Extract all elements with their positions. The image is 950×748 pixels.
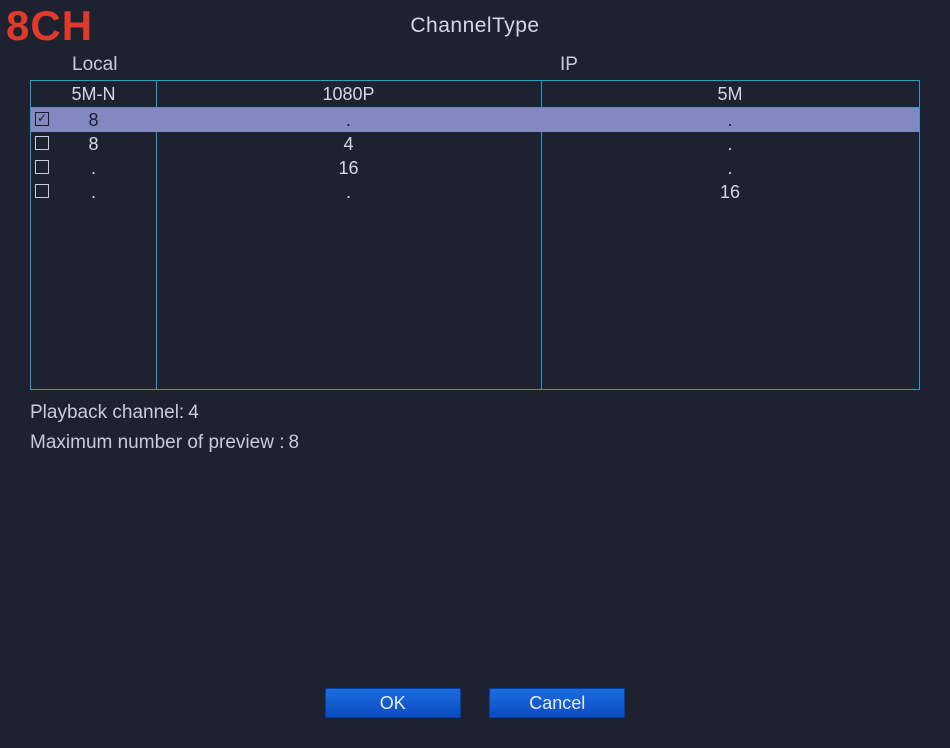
- cell-c1: 8: [31, 108, 156, 132]
- cell-c2: .: [156, 180, 541, 204]
- max-preview-info: Maximum number of preview :8: [30, 432, 299, 454]
- cell-c3: 16: [541, 180, 919, 204]
- group-ip-label: IP: [560, 54, 578, 76]
- column-header-5m: 5M: [541, 81, 919, 107]
- preview-label: Maximum number of preview :: [30, 432, 284, 453]
- column-header-row: 5M-N 1080P 5M: [31, 81, 919, 108]
- cancel-button[interactable]: Cancel: [489, 688, 625, 718]
- cell-c3: .: [541, 108, 919, 132]
- column-header-5mn: 5M-N: [31, 81, 156, 107]
- cell-c1: .: [31, 156, 156, 180]
- cell-c3: .: [541, 156, 919, 180]
- cell-c1: .: [31, 180, 156, 204]
- playback-channel-info: Playback channel:4: [30, 402, 199, 424]
- preview-value: 8: [288, 432, 299, 453]
- playback-value: 4: [188, 402, 199, 423]
- cell-c1: 8: [31, 132, 156, 156]
- page-title: ChannelType: [0, 14, 950, 38]
- channel-type-table: 5M-N 1080P 5M 8..84..16...16: [30, 80, 920, 390]
- cell-c2: 16: [156, 156, 541, 180]
- table-row[interactable]: 84.: [31, 132, 919, 156]
- group-local-label: Local: [72, 54, 117, 76]
- dialog-buttons: OK Cancel: [0, 688, 950, 718]
- cell-c2: .: [156, 108, 541, 132]
- ok-button[interactable]: OK: [325, 688, 461, 718]
- table-body: 8..84..16...16: [31, 108, 919, 389]
- table-row[interactable]: ..16: [31, 180, 919, 204]
- playback-label: Playback channel:: [30, 402, 184, 423]
- table-row[interactable]: .16.: [31, 156, 919, 180]
- column-group-header: Local IP: [0, 54, 950, 78]
- table-row[interactable]: 8..: [31, 108, 919, 132]
- cell-c3: .: [541, 132, 919, 156]
- column-header-1080p: 1080P: [156, 81, 541, 107]
- cell-c2: 4: [156, 132, 541, 156]
